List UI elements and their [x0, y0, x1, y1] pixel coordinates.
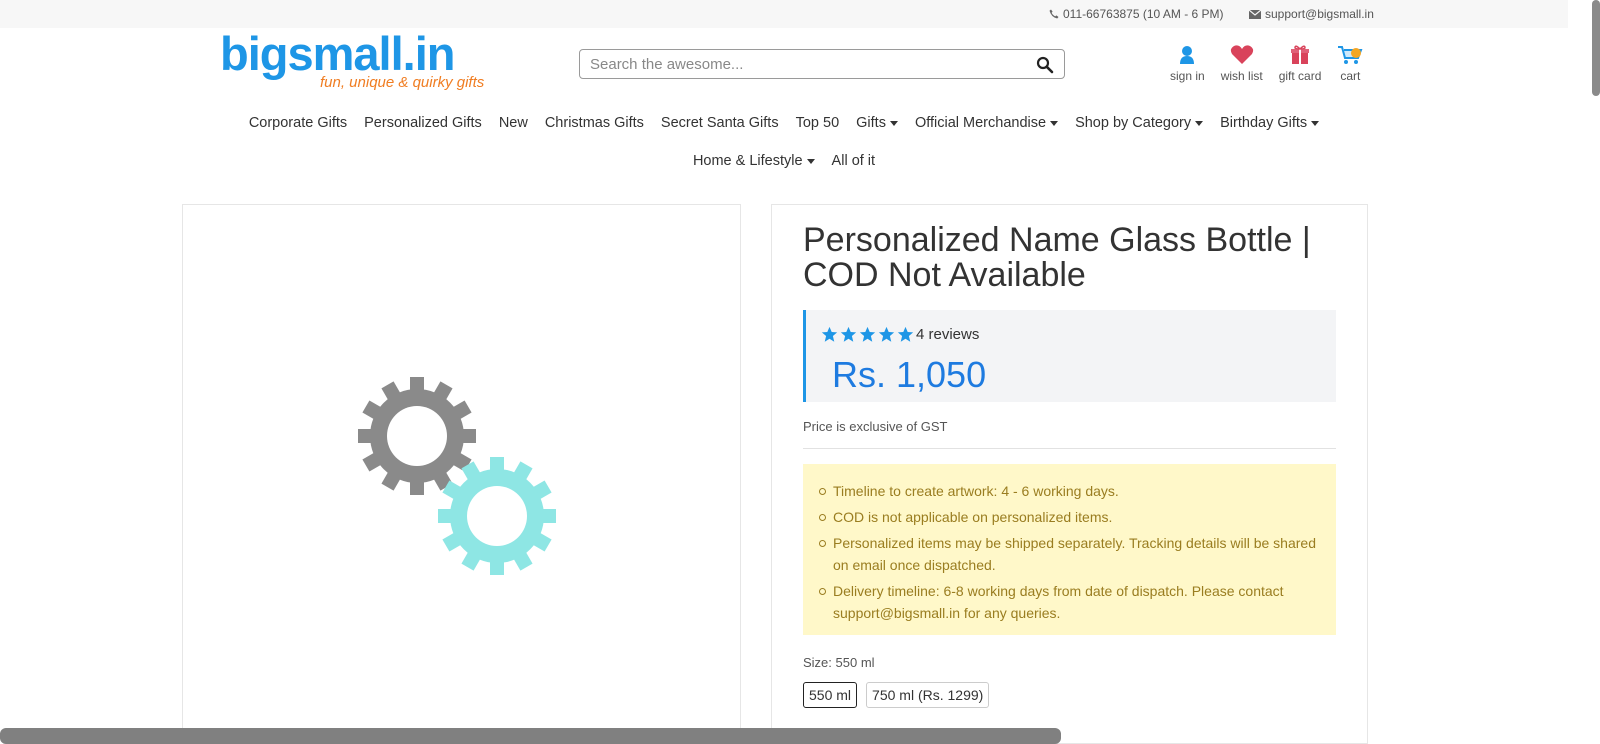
caret-down-icon	[806, 158, 815, 164]
star-icon	[859, 326, 876, 342]
nav-label: Home & Lifestyle	[692, 153, 803, 169]
caret-down-icon	[1195, 120, 1204, 126]
nav-label: All of it	[831, 153, 876, 169]
envelope-icon	[1249, 9, 1261, 19]
vertical-scrollbar[interactable]	[1568, 0, 1600, 744]
notice-item: Personalized items may be shipped separa…	[819, 532, 1316, 576]
caret-down-icon	[1050, 120, 1059, 126]
email-contact[interactable]: support@bigsmall.in	[1249, 7, 1374, 21]
divider	[803, 448, 1336, 449]
product-title: Personalized Name Glass Bottle | COD Not…	[803, 221, 1311, 294]
search-input[interactable]	[590, 54, 1010, 74]
caret-down-icon	[889, 120, 898, 126]
phone-contact[interactable]: 011-66763875 (10 AM - 6 PM)	[1049, 7, 1224, 21]
notice-item: Delivery timeline: 6-8 working days from…	[819, 580, 1316, 624]
nav-label: Secret Santa Gifts	[660, 115, 779, 131]
rating-stars[interactable]	[821, 326, 914, 343]
loading-gears-icon	[358, 377, 556, 575]
nav-row-1: Corporate Gifts Personalized Gifts New C…	[0, 104, 1568, 142]
caret-down-icon	[1311, 120, 1320, 126]
price-box: 4 reviews Rs. 1,050	[803, 310, 1336, 402]
nav-label: Corporate Gifts	[248, 115, 348, 131]
nav-label: Top 50	[795, 115, 840, 131]
nav-label: New	[498, 115, 528, 131]
nav-shop-by-category[interactable]: Shop by Category	[1075, 115, 1204, 131]
cart-link[interactable]: cart	[1337, 44, 1363, 83]
logo-tagline: fun, unique & quirky gifts	[320, 74, 485, 91]
size-label: Size: 550 ml	[803, 655, 875, 670]
gift-card-link[interactable]: gift card	[1278, 44, 1322, 83]
nav-birthday-gifts[interactable]: Birthday Gifts	[1220, 115, 1320, 131]
gift-card-label: gift card	[1278, 69, 1322, 83]
nav-all-of-it[interactable]: All of it	[832, 153, 876, 169]
star-icon	[821, 326, 838, 342]
email-text: support@bigsmall.in	[1265, 7, 1374, 21]
nav-corporate-gifts[interactable]: Corporate Gifts	[249, 115, 347, 131]
heart-icon	[1230, 45, 1253, 64]
nav-christmas-gifts[interactable]: Christmas Gifts	[545, 115, 644, 131]
star-icon	[878, 326, 895, 342]
nav-official-merchandise[interactable]: Official Merchandise	[914, 115, 1059, 131]
shipping-notice: Timeline to create artwork: 4 - 6 workin…	[803, 464, 1336, 635]
nav-top-50[interactable]: Top 50	[796, 115, 840, 131]
nav-personalized-gifts[interactable]: Personalized Gifts	[364, 115, 482, 131]
size-option-550ml[interactable]: 550 ml	[803, 682, 858, 708]
nav-gifts[interactable]: Gifts	[856, 115, 898, 131]
notice-item: COD is not applicable on personalized it…	[819, 506, 1316, 528]
star-icon	[897, 326, 914, 342]
nav-row-2: Home & Lifestyle All of it	[0, 142, 1568, 180]
logo-wordmark: bigsmall.in	[220, 27, 455, 80]
nav-secret-santa-gifts[interactable]: Secret Santa Gifts	[661, 115, 779, 131]
product-detail-panel: Personalized Name Glass Bottle | COD Not…	[771, 204, 1368, 744]
vertical-scrollbar-thumb[interactable]	[1592, 0, 1600, 96]
cart-icon	[1338, 46, 1363, 64]
nav-label: Personalized Gifts	[364, 115, 482, 131]
top-utility-bar: 011-66763875 (10 AM - 6 PM) support@bigs…	[0, 0, 1568, 28]
nav-label: Official Merchandise	[914, 115, 1047, 131]
wish-list-label: wish list	[1220, 69, 1263, 83]
search-box	[579, 49, 1065, 79]
phone-text: 011-66763875 (10 AM - 6 PM)	[1063, 7, 1224, 21]
product-image-panel	[182, 204, 741, 744]
star-icon	[840, 326, 857, 342]
nav-label: Christmas Gifts	[544, 115, 644, 131]
user-icon	[1180, 46, 1195, 64]
gst-note: Price is exclusive of GST	[803, 419, 948, 434]
notice-item: Timeline to create artwork: 4 - 6 workin…	[819, 480, 1316, 502]
nav-home-lifestyle[interactable]: Home & Lifestyle	[693, 153, 815, 169]
nav-new[interactable]: New	[499, 115, 528, 131]
gift-icon	[1291, 45, 1310, 64]
wish-list-link[interactable]: wish list	[1221, 44, 1263, 83]
nav-label: Shop by Category	[1075, 115, 1192, 131]
size-option-750ml[interactable]: 750 ml (Rs. 1299)	[866, 682, 990, 708]
product-price: Rs. 1,050	[832, 354, 987, 395]
cart-label: cart	[1340, 69, 1361, 83]
sign-in-label: sign in	[1170, 69, 1205, 83]
main-nav: Corporate Gifts Personalized Gifts New C…	[0, 104, 1568, 180]
search-icon[interactable]	[1036, 56, 1054, 74]
nav-label: Gifts	[856, 115, 886, 131]
sign-in-link[interactable]: sign in	[1170, 44, 1205, 83]
site-logo[interactable]: bigsmall.in fun, unique & quirky gifts	[220, 27, 484, 96]
header-actions: sign in wish list gift card cart	[1170, 44, 1379, 83]
nav-label: Birthday Gifts	[1220, 115, 1308, 131]
size-options: 550 ml 750 ml (Rs. 1299)	[803, 682, 990, 708]
horizontal-scrollbar[interactable]	[0, 728, 1061, 744]
reviews-link[interactable]: 4 reviews	[916, 326, 979, 343]
phone-icon	[1049, 9, 1059, 19]
